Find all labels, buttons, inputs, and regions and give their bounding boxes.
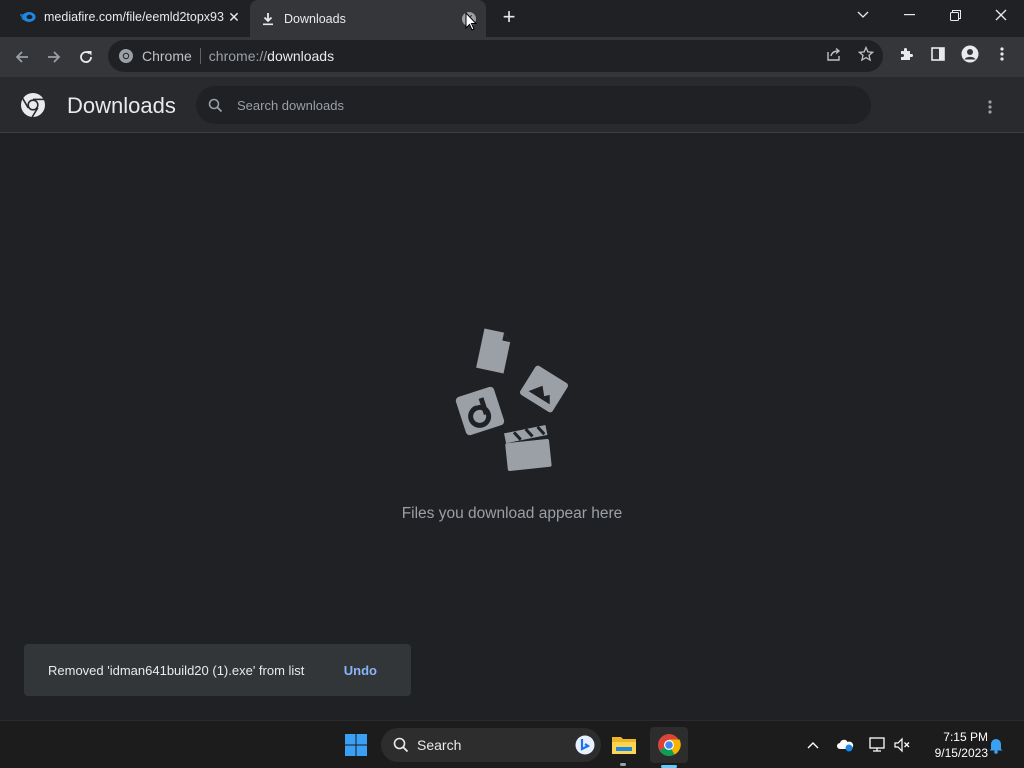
omnibox-divider — [199, 48, 201, 64]
forward-button[interactable] — [40, 43, 68, 71]
network-icon[interactable] — [867, 735, 887, 755]
clock-date: 9/15/2023 — [934, 746, 988, 760]
onedrive-icon[interactable] — [835, 735, 855, 755]
windows-start-icon[interactable] — [340, 729, 372, 761]
profile-avatar-icon[interactable] — [960, 44, 980, 64]
chrome-taskbar-icon[interactable] — [650, 727, 688, 763]
search-input[interactable] — [237, 97, 837, 113]
show-hidden-icons-chevron-icon[interactable] — [803, 735, 823, 755]
taskbar-search[interactable]: Search — [381, 728, 601, 762]
search-icon — [208, 98, 223, 113]
toast-message: Removed 'idman641build20 (1).exe' from l… — [48, 662, 305, 678]
file-explorer-icon[interactable] — [608, 729, 640, 761]
tab-strip: mediafire.com/file/eemld2topx93 ✕ Downlo… — [0, 0, 1024, 37]
tab-title: mediafire.com/file/eemld2topx93 — [44, 10, 224, 24]
chrome-menu-icon[interactable] — [992, 44, 1012, 64]
running-indicator — [620, 763, 626, 766]
windows-taskbar: Search 7:15 PM 9/15/2023 — [0, 720, 1024, 768]
new-tab-button[interactable]: + — [498, 4, 520, 29]
search-icon — [393, 737, 409, 753]
bookmark-star-icon[interactable] — [856, 44, 876, 64]
download-icon — [260, 11, 276, 27]
tab-mediafire[interactable]: mediafire.com/file/eemld2topx93 ✕ — [10, 0, 250, 34]
restore-button[interactable] — [932, 0, 978, 30]
notification-bell-icon[interactable] — [986, 735, 1006, 755]
reload-button[interactable] — [72, 43, 100, 71]
close-tab-icon[interactable]: ✕ — [224, 7, 244, 27]
close-window-button[interactable] — [978, 0, 1024, 30]
extensions-puzzle-icon[interactable] — [896, 44, 916, 64]
chrome-site-icon — [118, 48, 134, 64]
empty-downloads-illustration — [448, 325, 576, 475]
taskbar-clock[interactable]: 7:15 PM 9/15/2023 — [918, 729, 988, 761]
more-actions-icon[interactable] — [978, 95, 1002, 119]
tab-downloads[interactable]: Downloads ✕ — [250, 0, 486, 37]
address-bar[interactable]: Chrome chrome://downloads — [108, 40, 883, 72]
search-downloads-box[interactable] — [196, 86, 871, 124]
back-button[interactable] — [8, 43, 36, 71]
mouse-cursor — [465, 11, 478, 37]
tab-search-icon[interactable] — [840, 0, 886, 30]
chrome-logo-icon — [20, 92, 46, 118]
mediafire-icon — [20, 9, 36, 25]
url-host: downloads — [267, 48, 335, 64]
volume-muted-icon[interactable] — [892, 735, 912, 755]
side-panel-icon[interactable] — [928, 44, 948, 64]
share-icon[interactable] — [824, 44, 844, 64]
empty-state-message: Files you download appear here — [401, 505, 623, 522]
downloads-header: Downloads — [0, 77, 1024, 133]
url-scheme: chrome:// — [208, 48, 268, 64]
minimize-button[interactable] — [886, 0, 932, 30]
tab-title: Downloads — [284, 11, 346, 26]
bing-icon[interactable] — [575, 735, 595, 755]
browser-toolbar: Chrome chrome://downloads — [0, 37, 1024, 77]
taskbar-search-label: Search — [417, 737, 462, 753]
page-title: Downloads — [67, 93, 176, 118]
site-label: Chrome — [142, 48, 192, 64]
clock-time: 7:15 PM — [943, 730, 988, 744]
removed-toast: Removed 'idman641build20 (1).exe' from l… — [24, 644, 411, 696]
undo-button[interactable]: Undo — [344, 663, 377, 678]
